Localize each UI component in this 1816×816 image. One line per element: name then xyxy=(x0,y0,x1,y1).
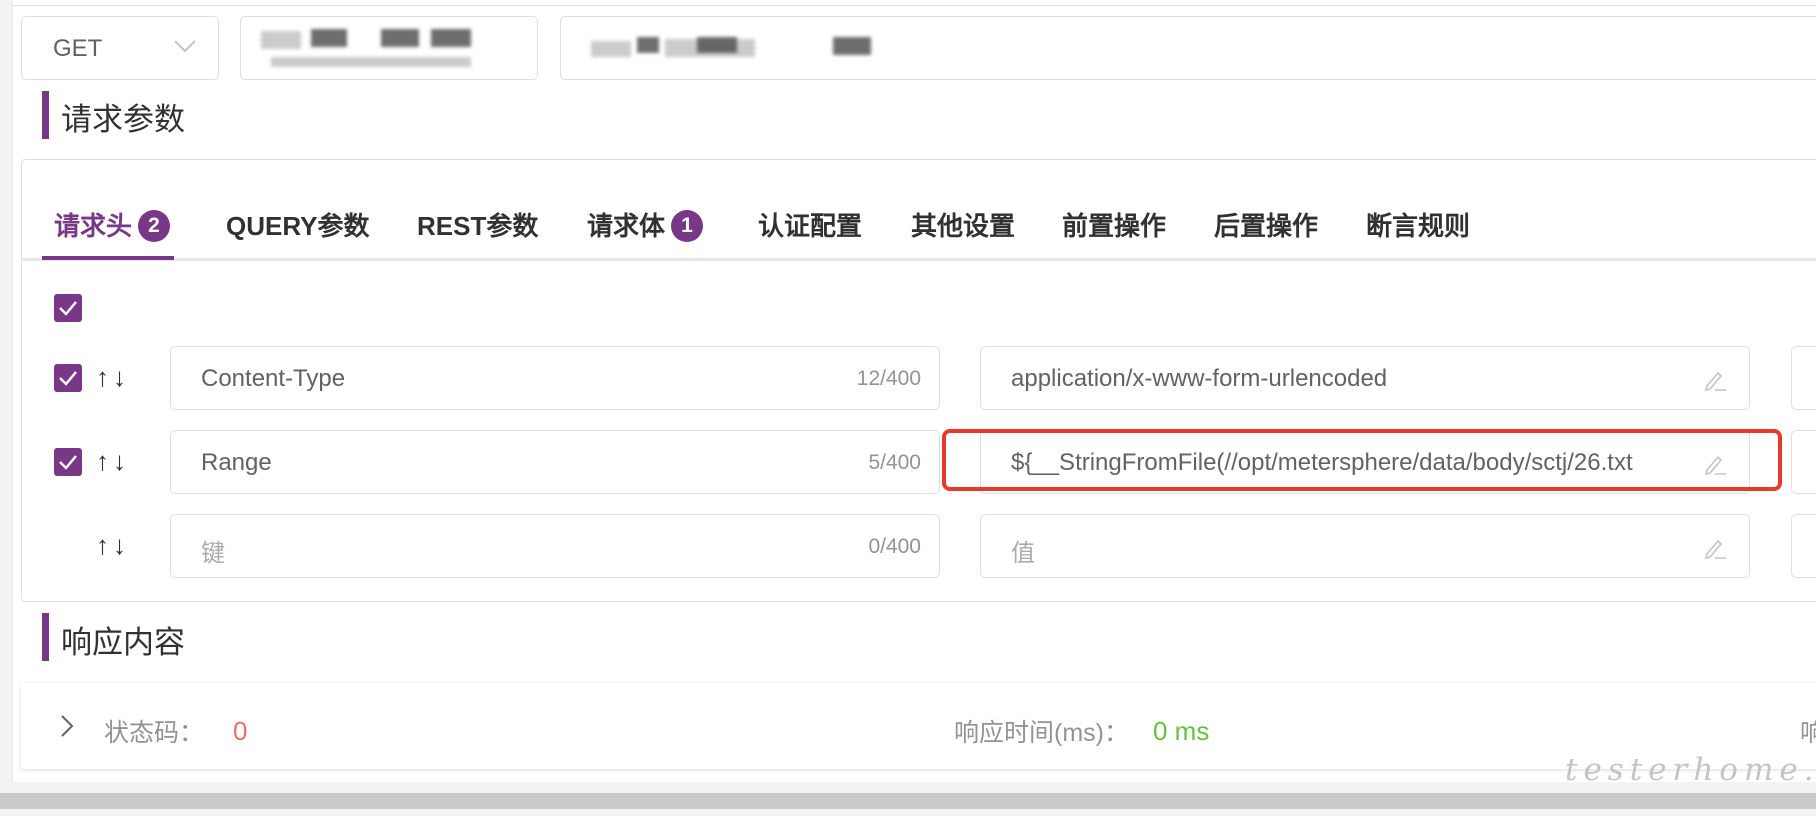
redacted-block xyxy=(381,29,419,47)
header-value-input[interactable]: application/x-www-form-urlencoded xyxy=(980,346,1750,410)
tab-other-settings[interactable]: 其他设置 xyxy=(911,206,1015,243)
tab-label: 请求体 xyxy=(587,211,666,241)
edit-icon[interactable] xyxy=(1703,537,1727,559)
redacted-block xyxy=(261,31,301,49)
tab-label: 请求头 xyxy=(54,211,133,241)
tab-pre-operations[interactable]: 前置操作 xyxy=(1062,206,1166,243)
check-icon xyxy=(59,455,77,470)
chevron-down-icon xyxy=(174,40,196,53)
check-icon xyxy=(59,371,77,386)
tab-badge-count: 1 xyxy=(671,210,704,242)
tab-assertion-rules[interactable]: 断言规则 xyxy=(1366,206,1470,243)
tab-post-operations[interactable]: 后置操作 xyxy=(1214,206,1318,243)
tab-badge-count: 2 xyxy=(138,210,171,242)
chevron-right-icon[interactable] xyxy=(60,714,74,738)
edit-icon[interactable] xyxy=(1703,369,1727,391)
redacted-block xyxy=(311,29,347,47)
header-extra-field[interactable] xyxy=(1791,430,1816,494)
header-key-input[interactable]: 键 0/400 xyxy=(170,514,940,578)
section-accent-bar xyxy=(42,613,49,661)
watermark: testerhome.com xyxy=(1565,752,1816,788)
char-counter: 0/400 xyxy=(868,535,921,558)
char-counter: 12/400 xyxy=(856,367,921,390)
redacted-block xyxy=(431,29,471,47)
response-time-label: 响应时间(ms)： xyxy=(954,719,1129,747)
reorder-arrows-icon[interactable]: ↑↓ xyxy=(96,362,130,393)
method-value: GET xyxy=(53,35,103,62)
redacted-block xyxy=(833,37,871,55)
section-title-response: 响应内容 xyxy=(61,625,185,660)
redacted-block xyxy=(591,41,631,57)
tab-rest-params[interactable]: REST参数 xyxy=(417,206,538,243)
tab-auth-config[interactable]: 认证配置 xyxy=(758,206,862,243)
top-divider xyxy=(13,5,1816,6)
response-time-value: 0 ms xyxy=(1153,716,1210,746)
response-summary-card xyxy=(21,683,1816,769)
header-value-placeholder: 值 xyxy=(1011,540,1035,567)
header-key-placeholder: 键 xyxy=(201,540,225,567)
redacted-block xyxy=(271,57,471,67)
environment-host-field[interactable] xyxy=(240,16,538,80)
section-accent-bar xyxy=(42,91,49,139)
reorder-arrows-icon[interactable]: ↑↓ xyxy=(96,446,130,477)
method-select[interactable]: GET xyxy=(21,16,219,80)
header-key-value: Content-Type xyxy=(201,365,346,392)
header-key-input[interactable]: Content-Type 12/400 xyxy=(170,346,940,410)
active-tab-indicator xyxy=(42,256,174,260)
redacted-block xyxy=(637,37,659,53)
highlight-annotation-box xyxy=(942,429,1782,491)
check-icon xyxy=(59,301,77,316)
tabs-divider xyxy=(21,258,1816,261)
status-code-value: 0 xyxy=(233,716,248,746)
horizontal-scrollbar[interactable] xyxy=(0,793,1816,809)
header-extra-field[interactable] xyxy=(1791,346,1816,410)
header-value-input[interactable]: 值 xyxy=(980,514,1750,578)
char-counter: 5/400 xyxy=(868,451,921,474)
reorder-arrows-icon[interactable]: ↑↓ xyxy=(96,530,130,561)
header-key-value: Range xyxy=(201,449,272,476)
header-key-input[interactable]: Range 5/400 xyxy=(170,430,940,494)
section-title-request-params: 请求参数 xyxy=(61,102,185,137)
tab-request-body[interactable]: 请求体 1 xyxy=(587,206,704,243)
status-code-label: 状态码： xyxy=(104,719,205,747)
response-size-label: 响 xyxy=(1800,719,1816,747)
select-all-checkbox[interactable] xyxy=(54,294,82,322)
header-row-checkbox[interactable] xyxy=(54,448,82,476)
header-row-checkbox[interactable] xyxy=(54,364,82,392)
url-path-input[interactable] xyxy=(560,16,1816,80)
tab-request-headers[interactable]: 请求头 2 xyxy=(54,206,171,243)
redacted-block xyxy=(697,37,737,53)
header-extra-field[interactable] xyxy=(1791,514,1816,578)
header-value-text: application/x-www-form-urlencoded xyxy=(1011,365,1388,392)
tab-query-params[interactable]: QUERY参数 xyxy=(226,206,370,243)
